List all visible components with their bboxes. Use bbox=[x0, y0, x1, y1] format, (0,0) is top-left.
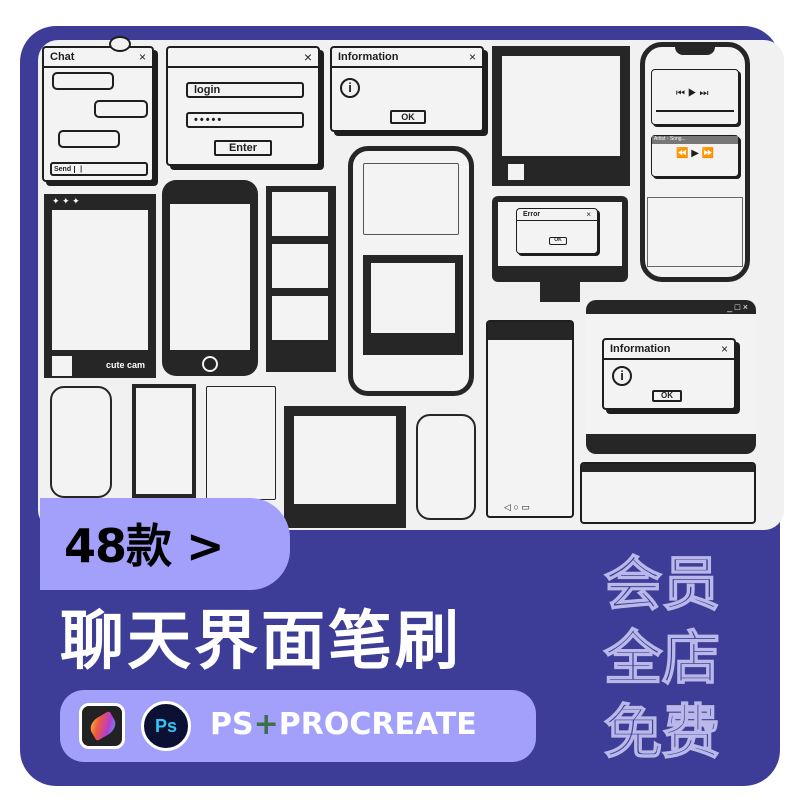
close-icon[interactable]: × bbox=[721, 342, 728, 356]
photoshop-app-icon: Ps bbox=[141, 701, 191, 751]
info-icon: i bbox=[340, 78, 360, 98]
phone-header bbox=[488, 322, 572, 340]
send-button[interactable]: Send bbox=[54, 166, 76, 173]
camera-thumbnail bbox=[508, 164, 524, 180]
ok-button[interactable]: OK bbox=[549, 237, 567, 245]
chat-input[interactable]: Send | bbox=[50, 162, 148, 176]
apps-label: PS+PROCREATE bbox=[210, 707, 477, 742]
camera-viewfinder bbox=[294, 416, 396, 504]
cam-thumbnail bbox=[52, 356, 72, 376]
procreate-app-icon bbox=[79, 703, 125, 749]
chat-cursor: | bbox=[80, 166, 83, 173]
progress-slider[interactable] bbox=[656, 110, 734, 112]
chat-bubble bbox=[52, 72, 114, 90]
media-player-window-2: Artist - Song... ⏪ ▶ ⏩ bbox=[651, 135, 739, 177]
media-controls[interactable]: ⏪ ▶ ⏩ bbox=[676, 148, 714, 159]
camera-frame bbox=[492, 46, 630, 186]
cute-cam-frame: ✦ ✦ ✦ cute cam bbox=[44, 194, 156, 378]
nav-buttons[interactable]: ◁ ○ ▭ bbox=[504, 502, 530, 513]
media-player-window: ⏮ ▶ ⏭ bbox=[651, 69, 739, 125]
cam-brand: cute cam bbox=[106, 360, 146, 370]
ok-button[interactable]: OK bbox=[652, 390, 682, 402]
window-controls[interactable]: _ □ × bbox=[727, 302, 748, 312]
info-icon: i bbox=[612, 366, 632, 386]
close-icon[interactable]: × bbox=[139, 50, 146, 64]
camera-viewfinder bbox=[502, 56, 620, 156]
phone-outline bbox=[50, 386, 112, 498]
promo-line-2: 全店 bbox=[603, 623, 721, 693]
home-button[interactable] bbox=[202, 356, 218, 372]
chat-bubble bbox=[94, 100, 148, 118]
dialog-title: Information bbox=[338, 51, 399, 63]
phone-browser bbox=[348, 146, 474, 396]
password-field[interactable]: ••••• bbox=[186, 112, 304, 128]
apps-procreate: PROCREATE bbox=[278, 707, 477, 742]
photo-strip bbox=[266, 186, 336, 372]
count-label[interactable]: 48款 > bbox=[64, 510, 225, 576]
iphone-dark bbox=[162, 180, 258, 376]
banner-title: 聊天界面笔刷 bbox=[60, 605, 462, 679]
close-icon[interactable]: × bbox=[469, 50, 476, 64]
camera-frame bbox=[284, 406, 406, 528]
app-window: _ □ × Information × i OK bbox=[586, 300, 756, 454]
browser-window bbox=[580, 462, 756, 524]
camera-frame bbox=[363, 255, 463, 355]
information-dialog: Information × i OK bbox=[330, 46, 484, 132]
apps-ps: PS bbox=[210, 707, 254, 742]
username-field[interactable]: login bbox=[186, 82, 304, 98]
phone-notch bbox=[675, 45, 715, 55]
chat-title: Chat bbox=[50, 51, 75, 63]
photo-slot bbox=[272, 244, 328, 288]
track-title: Artist - Song... bbox=[652, 136, 738, 144]
browser-bar bbox=[582, 464, 754, 472]
dialog-title: Error bbox=[523, 211, 541, 218]
phone-outline bbox=[132, 384, 196, 498]
photo-slot bbox=[272, 296, 328, 340]
close-icon[interactable]: × bbox=[586, 210, 591, 219]
phone-music-player: ⏮ ▶ ⏭ Artist - Song... ⏪ ▶ ⏩ bbox=[640, 42, 750, 282]
login-window: × login ••••• Enter bbox=[166, 46, 320, 166]
chat-bubble bbox=[58, 130, 120, 148]
flower-icon bbox=[109, 36, 131, 52]
phone-screen bbox=[170, 204, 250, 350]
enter-button[interactable]: Enter bbox=[214, 140, 272, 156]
information-dialog: Information × i OK bbox=[602, 338, 736, 410]
media-controls[interactable]: ⏮ ▶ ⏭ bbox=[676, 88, 708, 99]
camera-viewfinder bbox=[371, 263, 455, 333]
ok-button[interactable]: OK bbox=[390, 110, 426, 124]
phone-outline bbox=[206, 386, 276, 500]
apps-plus: + bbox=[253, 707, 279, 742]
monitor-stand bbox=[540, 282, 580, 302]
promo-line-1: 会员 bbox=[603, 549, 721, 619]
sparkle-icons: ✦ ✦ ✦ bbox=[52, 196, 80, 206]
browser-window bbox=[647, 197, 743, 267]
photoshop-icon-label: Ps bbox=[154, 716, 178, 736]
promo-line-3: 免费 bbox=[603, 697, 721, 767]
cam-screen bbox=[52, 210, 148, 350]
monitor: Error × OK bbox=[492, 196, 628, 282]
browser-window bbox=[363, 163, 459, 235]
close-icon[interactable]: × bbox=[304, 49, 312, 65]
dialog-title: Information bbox=[610, 343, 671, 355]
phone-outline bbox=[416, 414, 476, 520]
android-phone: ◁ ○ ▭ bbox=[486, 320, 574, 518]
error-dialog: Error × OK bbox=[516, 208, 598, 254]
photo-slot bbox=[272, 192, 328, 236]
chat-window: Chat × Send | bbox=[42, 46, 154, 182]
